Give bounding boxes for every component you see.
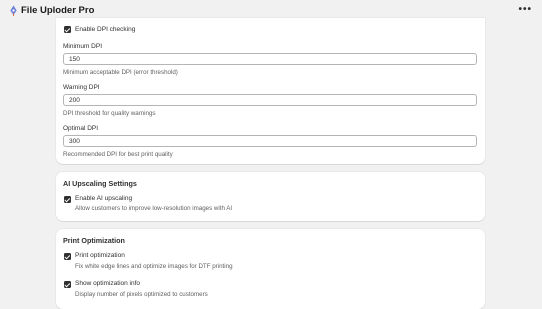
enable-ai-upscaling-help: Allow customers to improve low-resolutio…	[75, 205, 233, 212]
print-optimization-label: Print optimization	[75, 252, 125, 259]
minimum-dpi-label: Minimum DPI	[63, 43, 103, 50]
pen-nib-icon	[10, 5, 17, 16]
optimal-dpi-input[interactable]: 300	[63, 135, 477, 147]
print-optimization-help: Fix white edge lines and optimize images…	[75, 263, 233, 270]
show-optimization-info-checkbox[interactable]	[64, 281, 71, 288]
app-title-group: File Uploder Pro	[9, 5, 94, 16]
warning-dpi-label: Warning DPI	[63, 84, 100, 91]
print-optimization-checkbox[interactable]	[64, 253, 71, 260]
warning-dpi-input[interactable]: 200	[63, 94, 477, 106]
warning-dpi-help: DPI threshold for quality warnings	[63, 110, 156, 117]
ai-upscaling-title: AI Upscaling Settings	[63, 179, 137, 188]
minimum-dpi-input[interactable]: 150	[63, 53, 477, 65]
enable-ai-upscaling-checkbox[interactable]	[64, 196, 71, 203]
enable-dpi-checkbox[interactable]	[64, 26, 71, 33]
show-optimization-info-help: Display number of pixels optimized to cu…	[75, 291, 208, 298]
print-optimization-card: Print Optimization Print optimization Fi…	[56, 229, 485, 309]
print-optimization-title: Print Optimization	[63, 236, 125, 245]
ai-upscaling-card: AI Upscaling Settings Enable AI upscalin…	[56, 172, 485, 221]
show-optimization-info-label: Show optimization info	[75, 280, 141, 287]
app-title: File Uploder Pro	[21, 5, 95, 16]
minimum-dpi-help: Minimum acceptable DPI (error threshold)	[63, 69, 178, 76]
enable-dpi-label: Enable DPI checking	[75, 26, 136, 33]
enable-ai-upscaling-label: Enable AI upscaling	[75, 195, 133, 202]
dpi-settings-card: Enable DPI checking Minimum DPI 150 Mini…	[56, 18, 485, 164]
optimal-dpi-help: Recommended DPI for best print quality	[63, 151, 173, 158]
optimal-dpi-label: Optimal DPI	[63, 125, 99, 132]
ellipsis-icon[interactable]: •••	[518, 5, 532, 15]
